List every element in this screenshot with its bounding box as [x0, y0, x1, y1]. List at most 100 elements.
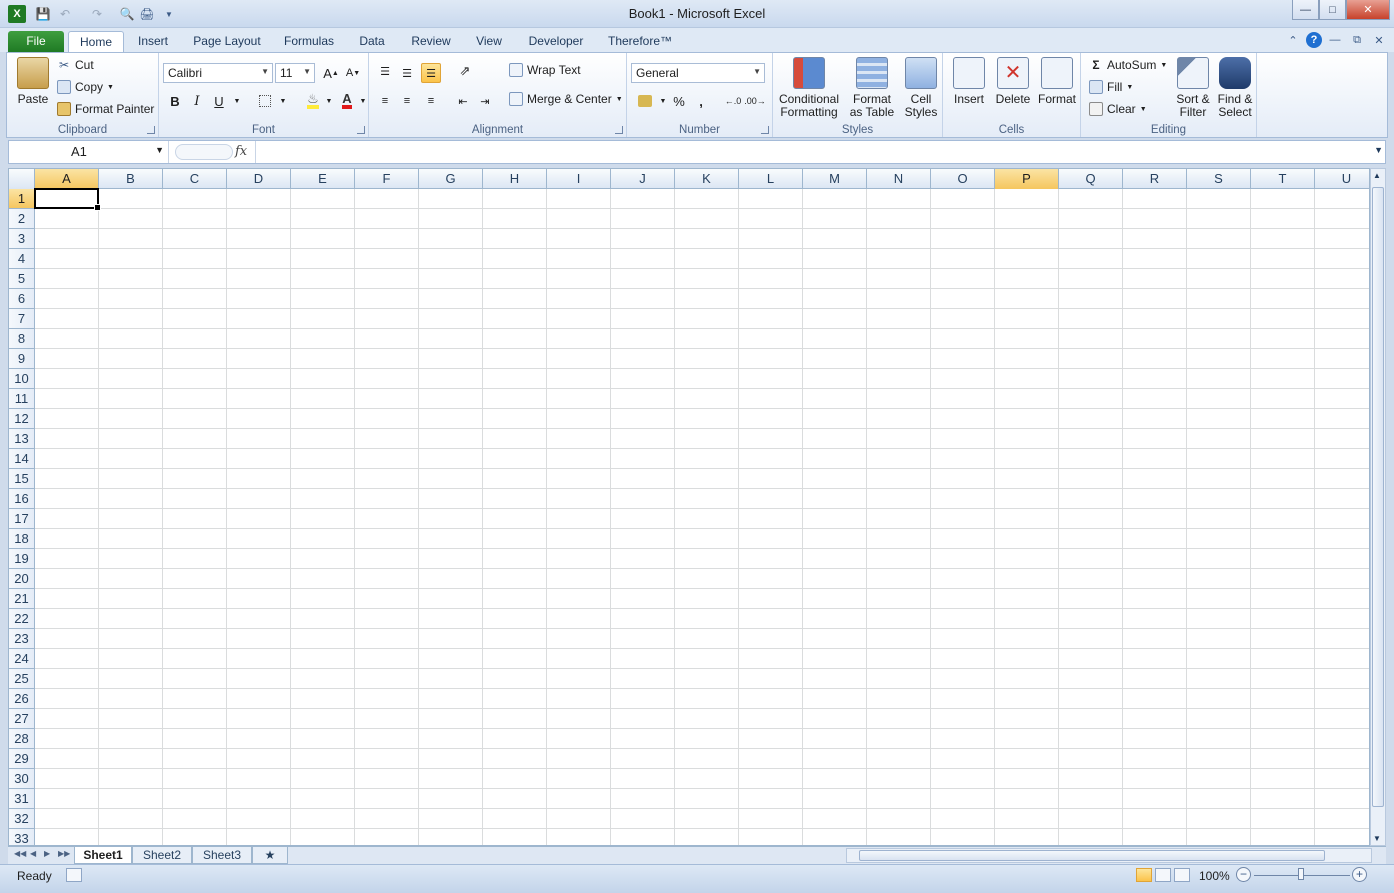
column-header[interactable]: T [1251, 169, 1315, 189]
horizontal-scroll-thumb[interactable] [859, 850, 1325, 861]
wrap-text-button[interactable]: Wrap Text [509, 63, 581, 77]
scroll-up-icon[interactable]: ▲ [1373, 171, 1381, 180]
column-header[interactable]: A [35, 169, 99, 189]
decrease-indent-icon[interactable]: ⇤ [453, 91, 473, 111]
column-header[interactable]: L [739, 169, 803, 189]
align-top-icon[interactable]: ☰ [375, 61, 395, 81]
insert-function-button[interactable]: fx [235, 144, 247, 159]
row-header[interactable]: 30 [9, 769, 35, 789]
next-sheet-icon[interactable]: ▶ [44, 849, 50, 858]
zoom-level[interactable]: 100% [1199, 869, 1230, 883]
comma-style-button[interactable]: , [691, 91, 711, 111]
row-header[interactable]: 8 [9, 329, 35, 349]
zoom-slider-thumb[interactable] [1298, 868, 1304, 880]
workbook-restore-icon[interactable]: ⧉ [1348, 32, 1366, 48]
format-as-table-button[interactable]: Format as Table [845, 57, 899, 119]
underline-dropdown-icon[interactable]: ▼ [227, 91, 247, 111]
underline-button[interactable]: U [209, 91, 229, 111]
format-cells-button[interactable]: Format [1035, 57, 1079, 106]
row-header[interactable]: 24 [9, 649, 35, 669]
row-header[interactable]: 14 [9, 449, 35, 469]
column-header[interactable]: M [803, 169, 867, 189]
column-header[interactable]: S [1187, 169, 1251, 189]
normal-view-icon[interactable] [1136, 868, 1152, 882]
tab-view[interactable]: View [470, 31, 508, 52]
grow-font-icon[interactable]: A ▲ [321, 63, 341, 83]
font-name-select[interactable]: Calibri ▼ [163, 63, 273, 83]
orientation-icon[interactable]: ⇗ [455, 61, 475, 81]
maximize-icon[interactable]: □ [1319, 0, 1346, 20]
align-left-icon[interactable]: ≡ [375, 91, 395, 111]
delete-cells-button[interactable]: ✕ Delete [993, 57, 1033, 106]
clipboard-launcher-icon[interactable] [147, 126, 155, 134]
column-header[interactable]: N [867, 169, 931, 189]
decrease-decimal-icon[interactable]: .00→ [744, 91, 766, 111]
scroll-down-icon[interactable]: ▼ [1373, 834, 1381, 843]
row-header[interactable]: 31 [9, 789, 35, 809]
insert-sheet-icon[interactable]: ★ [252, 847, 288, 864]
fill-dropdown-icon[interactable]: ▼ [319, 91, 339, 111]
row-header[interactable]: 18 [9, 529, 35, 549]
row-header[interactable]: 20 [9, 569, 35, 589]
sheet-tab-sheet1[interactable]: Sheet1 [74, 847, 132, 864]
conditional-formatting-button[interactable]: Conditional Formatting [775, 57, 843, 119]
zoom-in-icon[interactable]: + [1352, 867, 1367, 882]
active-cell[interactable] [34, 188, 101, 211]
alignment-launcher-icon[interactable] [615, 126, 623, 134]
row-header[interactable]: 9 [9, 349, 35, 369]
italic-button[interactable]: I [187, 91, 207, 111]
column-header[interactable]: O [931, 169, 995, 189]
horizontal-scrollbar[interactable] [846, 848, 1372, 863]
font-size-select[interactable]: 11 ▼ [275, 63, 315, 83]
tab-review[interactable]: Review [404, 31, 458, 52]
row-header[interactable]: 22 [9, 609, 35, 629]
row-header[interactable]: 11 [9, 389, 35, 409]
row-header[interactable]: 3 [9, 229, 35, 249]
column-header[interactable]: P [995, 169, 1059, 189]
prev-sheet-icon[interactable]: ◀ [30, 849, 36, 858]
number-format-select[interactable]: General ▼ [631, 63, 765, 83]
sort-filter-button[interactable]: Sort & Filter [1173, 57, 1213, 119]
row-header[interactable]: 17 [9, 509, 35, 529]
row-header[interactable]: 6 [9, 289, 35, 309]
row-header[interactable]: 5 [9, 269, 35, 289]
page-break-view-icon[interactable] [1174, 868, 1190, 882]
number-launcher-icon[interactable] [761, 126, 769, 134]
help-icon[interactable]: ? [1306, 32, 1322, 48]
row-header[interactable]: 25 [9, 669, 35, 689]
row-header[interactable]: 27 [9, 709, 35, 729]
first-sheet-icon[interactable]: ◀◀ [14, 849, 26, 858]
align-right-icon[interactable]: ≡ [421, 91, 441, 111]
tab-home[interactable]: Home [68, 31, 124, 52]
close-icon[interactable]: ✕ [1346, 0, 1390, 20]
percent-style-button[interactable]: % [669, 91, 689, 111]
row-header[interactable]: 15 [9, 469, 35, 489]
expand-formula-bar-icon[interactable]: ▼ [1374, 145, 1383, 155]
column-header[interactable]: K [675, 169, 739, 189]
tab-formulas[interactable]: Formulas [278, 31, 340, 52]
column-header[interactable]: I [547, 169, 611, 189]
row-header[interactable]: 16 [9, 489, 35, 509]
minimize-ribbon-icon[interactable]: ⌃ [1284, 32, 1302, 48]
row-header[interactable]: 13 [9, 429, 35, 449]
worksheet-grid[interactable]: ABCDEFGHIJKLMNOPQRSTU 1 2 3 4 5 6 7 8 9 10 11 12 13 1… [8, 168, 1370, 846]
increase-indent-icon[interactable]: ⇥ [475, 91, 495, 111]
autosum-button[interactable]: Σ AutoSum ▼ [1089, 58, 1167, 72]
fill-button[interactable]: Fill ▼ [1089, 80, 1133, 94]
column-header[interactable]: D [227, 169, 291, 189]
row-header[interactable]: 2 [9, 209, 35, 229]
row-header[interactable]: 21 [9, 589, 35, 609]
cell-styles-button[interactable]: Cell Styles [899, 57, 943, 119]
last-sheet-icon[interactable]: ▶▶ [58, 849, 70, 858]
column-header[interactable]: J [611, 169, 675, 189]
column-header[interactable]: R [1123, 169, 1187, 189]
column-header[interactable]: Q [1059, 169, 1123, 189]
column-header[interactable]: U [1315, 169, 1369, 189]
shrink-font-icon[interactable]: A ▼ [343, 63, 363, 83]
row-header[interactable]: 28 [9, 729, 35, 749]
row-header[interactable]: 19 [9, 549, 35, 569]
zoom-out-icon[interactable]: − [1236, 867, 1251, 882]
row-header[interactable]: 12 [9, 409, 35, 429]
vertical-scrollbar[interactable]: ▲ ▼ [1370, 168, 1386, 846]
column-header[interactable]: B [99, 169, 163, 189]
